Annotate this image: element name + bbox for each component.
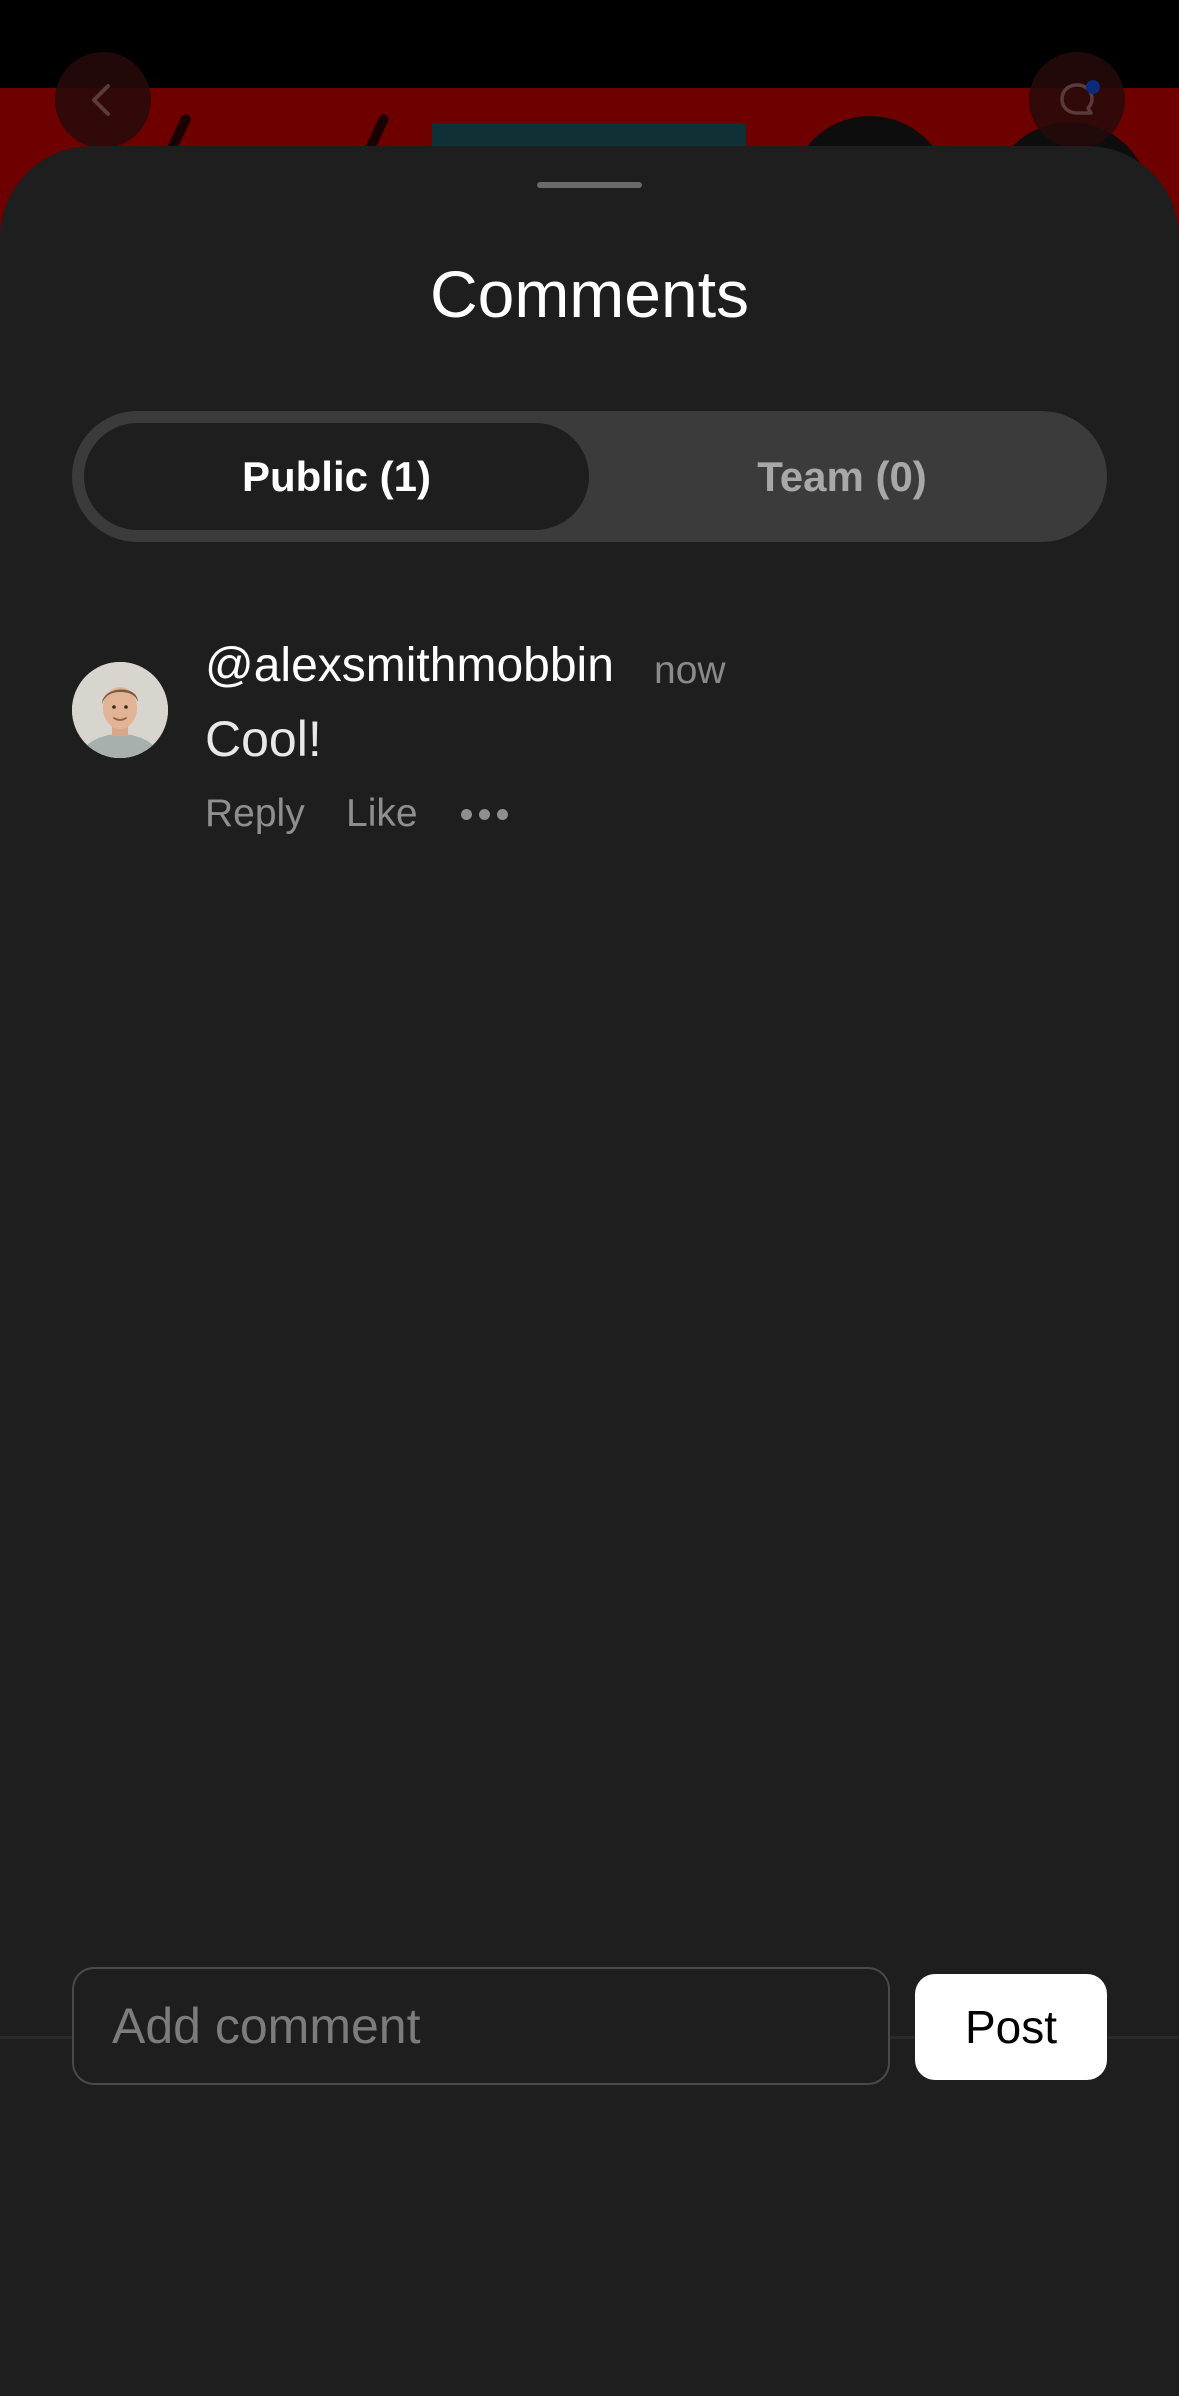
chevron-left-icon: [92, 84, 110, 116]
like-button[interactable]: Like: [346, 789, 418, 839]
comments-button[interactable]: [1029, 52, 1125, 148]
back-button[interactable]: [55, 52, 151, 148]
comment-username[interactable]: @alexsmithmobbin: [205, 636, 614, 696]
add-comment-input[interactable]: [72, 1967, 890, 2085]
tab-public[interactable]: Public (1): [84, 423, 589, 530]
comment-timestamp: now: [654, 649, 726, 692]
tab-team[interactable]: Team (0): [589, 423, 1095, 530]
more-horizontal-icon[interactable]: [461, 807, 517, 821]
avatar[interactable]: [72, 662, 168, 758]
reply-button[interactable]: Reply: [205, 789, 305, 839]
sheet-title: Comments: [429, 257, 750, 331]
comment-item: @alexsmithmobbin now Cool! Reply Like: [72, 636, 1107, 856]
screen: Comments Public (1) Team (0) @alexsmithm…: [0, 0, 1179, 2396]
sheet-drag-handle[interactable]: [537, 182, 642, 188]
comment-scope-tabs: Public (1) Team (0): [72, 411, 1107, 542]
comment-text: Cool!: [205, 711, 322, 767]
notification-dot: [1086, 80, 1100, 94]
status-bar: [0, 0, 1179, 88]
post-button[interactable]: Post: [915, 1974, 1107, 2080]
